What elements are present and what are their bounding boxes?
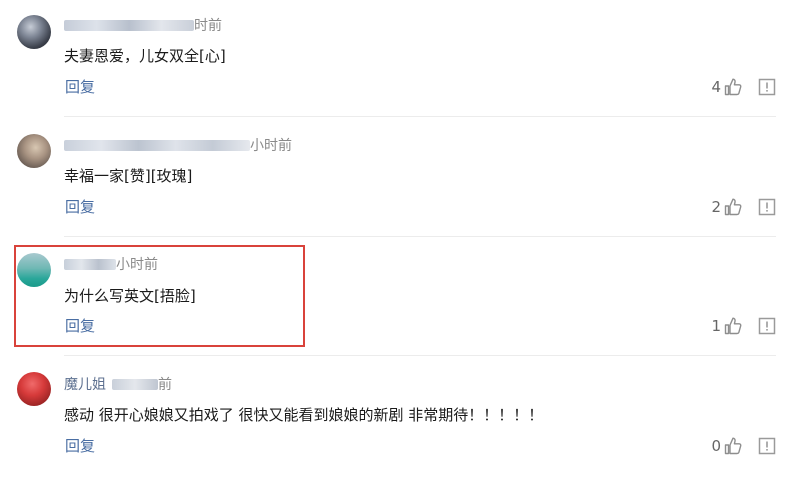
thumbs-up-icon[interactable] bbox=[723, 436, 743, 456]
report-icon[interactable] bbox=[758, 198, 776, 216]
reply-button[interactable]: 回复 bbox=[65, 197, 95, 217]
username-blurred[interactable] bbox=[64, 139, 250, 151]
like-count: 0 bbox=[711, 437, 721, 455]
comment-actions: 0 bbox=[711, 436, 776, 456]
comment-time: 小时前 bbox=[250, 138, 292, 154]
report-icon[interactable] bbox=[758, 317, 776, 335]
reply-button[interactable]: 回复 bbox=[65, 436, 95, 456]
comment-time: 时前 bbox=[194, 18, 222, 34]
comment-actions: 1 bbox=[711, 316, 776, 336]
divider bbox=[64, 236, 776, 237]
highlight-frame bbox=[14, 245, 305, 347]
comment-text: 幸福一家[赞][玫瑰] bbox=[64, 167, 193, 185]
thumbs-up-icon[interactable] bbox=[723, 197, 743, 217]
username-blurred bbox=[112, 378, 158, 390]
comment-meta: 时前 bbox=[64, 17, 222, 35]
comment-meta: 魔儿姐 前 bbox=[64, 376, 172, 394]
report-icon[interactable] bbox=[758, 78, 776, 96]
reply-button[interactable]: 回复 bbox=[65, 77, 95, 97]
avatar[interactable] bbox=[17, 372, 51, 406]
avatar[interactable] bbox=[17, 134, 51, 168]
thumbs-up-icon[interactable] bbox=[723, 77, 743, 97]
comment-actions: 2 bbox=[711, 197, 776, 217]
comment-time: 前 bbox=[158, 377, 172, 393]
divider bbox=[64, 355, 776, 356]
comment-text: 夫妻恩爱，儿女双全[心] bbox=[64, 47, 226, 65]
report-icon[interactable] bbox=[758, 437, 776, 455]
comment-text: 感动 很开心娘娘又拍戏了 很快又能看到娘娘的新剧 非常期待！！！！！ bbox=[64, 406, 544, 424]
username-blurred[interactable] bbox=[64, 19, 194, 31]
divider bbox=[64, 116, 776, 117]
thumbs-up-icon[interactable] bbox=[723, 316, 743, 336]
like-count: 1 bbox=[711, 317, 721, 335]
comment-actions: 4 bbox=[711, 77, 776, 97]
avatar[interactable] bbox=[17, 15, 51, 49]
comment-meta: 小时前 bbox=[64, 137, 292, 155]
like-count: 2 bbox=[711, 198, 721, 216]
like-count: 4 bbox=[711, 78, 721, 96]
username[interactable]: 魔儿姐 bbox=[64, 377, 106, 393]
